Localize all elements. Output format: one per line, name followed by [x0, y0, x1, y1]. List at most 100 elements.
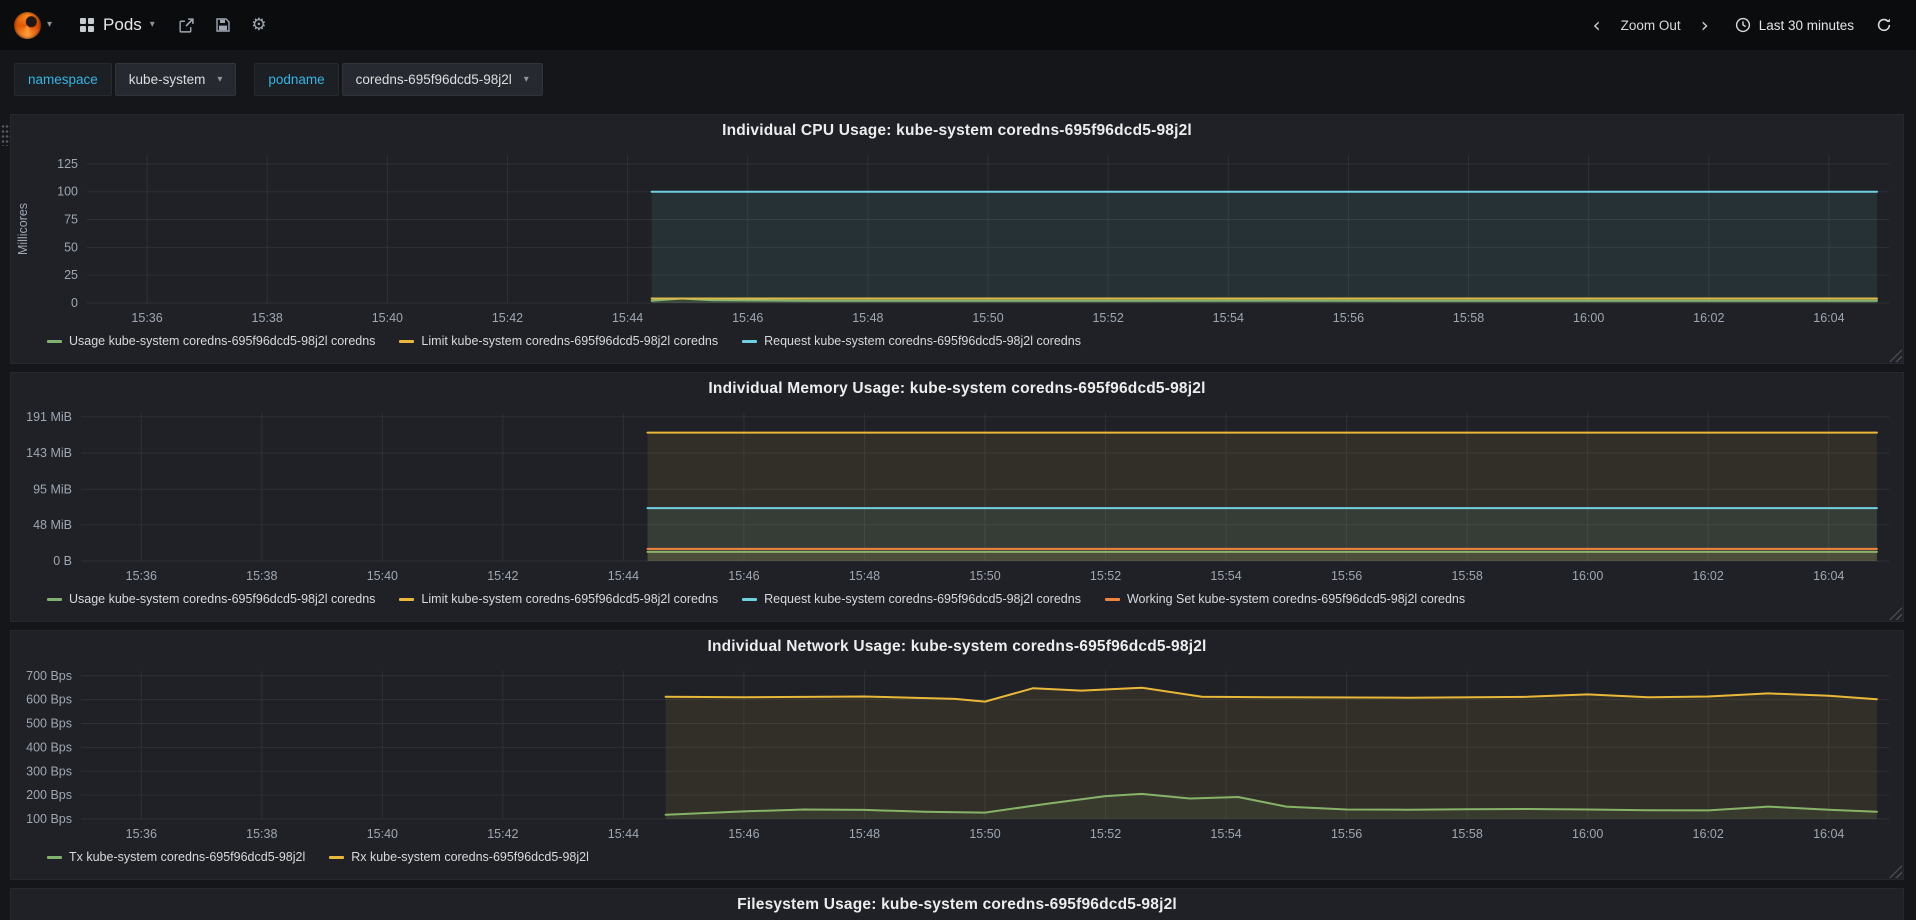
- svg-text:16:04: 16:04: [1813, 311, 1844, 325]
- svg-text:16:04: 16:04: [1813, 569, 1844, 583]
- refresh-button[interactable]: [1866, 0, 1902, 50]
- network-usage-legend: Tx kube-system coredns-695f96dcd5-98j2l R…: [11, 847, 1903, 864]
- svg-text:16:00: 16:00: [1573, 311, 1604, 325]
- grafana-logo-icon: [14, 11, 41, 39]
- legend-series-color-icon: [399, 339, 415, 343]
- svg-text:15:36: 15:36: [126, 827, 157, 841]
- svg-text:100 Bps: 100 Bps: [26, 812, 72, 826]
- svg-text:15:36: 15:36: [126, 569, 157, 583]
- time-shift-forward-button[interactable]: ›: [1687, 0, 1723, 50]
- svg-text:16:00: 16:00: [1572, 569, 1603, 583]
- legend-item[interactable]: Request kube-system coredns-695f96dcd5-9…: [742, 592, 1081, 606]
- svg-text:15:52: 15:52: [1092, 311, 1123, 325]
- legend-item[interactable]: Usage kube-system coredns-695f96dcd5-98j…: [47, 334, 375, 348]
- legend-series-name: Limit kube-system coredns-695f96dcd5-98j…: [421, 592, 719, 606]
- legend-series-color-icon: [47, 597, 62, 601]
- row-drag-handle-icon[interactable]: [1, 124, 10, 146]
- memory-usage-legend: Usage kube-system coredns-695f96dcd5-98j…: [11, 589, 1903, 606]
- legend-series-name: Request kube-system coredns-695f96dcd5-9…: [764, 334, 1081, 348]
- panel-header: Filesystem Usage: kube-system coredns-69…: [11, 889, 1903, 919]
- panel-title-cpu[interactable]: Individual CPU Usage: kube-system coredn…: [722, 122, 1192, 139]
- gear-icon: ⚙: [251, 14, 267, 35]
- svg-text:15:54: 15:54: [1213, 311, 1244, 325]
- share-icon: [179, 17, 194, 33]
- legend-item[interactable]: Rx kube-system coredns-695f96dcd5-98j2l: [329, 850, 589, 864]
- time-shift-back-button[interactable]: ‹: [1579, 0, 1615, 50]
- refresh-icon: [1877, 18, 1891, 32]
- chevron-down-icon: ▾: [523, 73, 529, 85]
- legend-item[interactable]: Working Set kube-system coredns-695f96dc…: [1104, 592, 1465, 606]
- legend-item[interactable]: Request kube-system coredns-695f96dcd5-9…: [742, 334, 1081, 348]
- variable-selected-namespace: kube-system: [128, 72, 206, 87]
- dashboard-picker[interactable]: Pods ▾: [66, 0, 169, 50]
- legend-series-color-icon: [47, 339, 62, 343]
- chevron-down-icon: ▾: [47, 19, 53, 30]
- svg-text:16:04: 16:04: [1813, 827, 1844, 841]
- chevron-down-icon: ▾: [217, 73, 223, 85]
- svg-text:600 Bps: 600 Bps: [26, 693, 72, 707]
- svg-text:15:48: 15:48: [849, 827, 880, 841]
- time-range-picker[interactable]: Last 30 minutes: [1723, 0, 1866, 50]
- svg-text:15:36: 15:36: [131, 311, 162, 325]
- svg-text:16:00: 16:00: [1572, 827, 1603, 841]
- svg-text:15:40: 15:40: [367, 569, 398, 583]
- svg-text:25: 25: [64, 268, 78, 282]
- svg-text:15:54: 15:54: [1210, 827, 1241, 841]
- memory-usage-chart[interactable]: 0 B 48 MiB 95 MiB 143 MiB 191 MiB 15:36 15:38 1…: [11, 403, 1903, 589]
- variable-label-podname: podname: [254, 63, 339, 96]
- svg-text:500 Bps: 500 Bps: [26, 717, 72, 731]
- chevron-right-icon: ›: [1700, 13, 1709, 37]
- panel-title-filesystem[interactable]: Filesystem Usage: kube-system coredns-69…: [737, 896, 1177, 913]
- zoom-out-button[interactable]: Zoom Out: [1615, 0, 1687, 50]
- dashboard-grid: Individual CPU Usage: kube-system coredn…: [0, 108, 1916, 920]
- svg-text:15:48: 15:48: [849, 569, 880, 583]
- svg-text:700 Bps: 700 Bps: [26, 669, 72, 683]
- panel-filesystem-usage: Filesystem Usage: kube-system coredns-69…: [10, 888, 1904, 920]
- cpu-usage-chart[interactable]: 0 25 50 75 100 125 15:36 15:38 15:40 15:42 15:44 15…: [11, 145, 1903, 331]
- svg-text:15:42: 15:42: [487, 569, 518, 583]
- panel-individual-memory-usage: Individual Memory Usage: kube-system cor…: [10, 372, 1904, 622]
- legend-item[interactable]: Limit kube-system coredns-695f96dcd5-98j…: [399, 334, 718, 348]
- variable-value-podname[interactable]: coredns-695f96dcd5-98j2l ▾: [341, 63, 543, 96]
- svg-text:15:50: 15:50: [972, 311, 1003, 325]
- svg-text:191 MiB: 191 MiB: [26, 410, 72, 424]
- svg-text:15:38: 15:38: [252, 311, 283, 325]
- svg-text:15:42: 15:42: [492, 311, 523, 325]
- legend-item[interactable]: Usage kube-system coredns-695f96dcd5-98j…: [47, 592, 375, 606]
- dashboard-title: Pods: [103, 15, 142, 34]
- svg-text:15:38: 15:38: [246, 827, 277, 841]
- share-button[interactable]: [169, 0, 205, 50]
- svg-text:15:46: 15:46: [728, 569, 759, 583]
- svg-text:16:02: 16:02: [1693, 827, 1724, 841]
- svg-text:16:02: 16:02: [1693, 569, 1724, 583]
- svg-text:200 Bps: 200 Bps: [26, 788, 72, 802]
- panel-resize-handle[interactable]: [1889, 349, 1902, 362]
- panel-title-network[interactable]: Individual Network Usage: kube-system co…: [707, 638, 1206, 655]
- variable-value-namespace[interactable]: kube-system ▾: [114, 63, 237, 96]
- panel-resize-handle[interactable]: [1889, 607, 1902, 620]
- network-usage-chart[interactable]: 100 Bps 200 Bps 300 Bps 400 Bps 500 Bps 600 B…: [11, 661, 1903, 847]
- svg-text:15:50: 15:50: [969, 569, 1000, 583]
- svg-text:15:56: 15:56: [1331, 569, 1362, 583]
- panel-resize-handle[interactable]: [1889, 865, 1902, 878]
- svg-text:15:46: 15:46: [728, 827, 759, 841]
- legend-series-color-icon: [1104, 597, 1120, 601]
- svg-text:400 Bps: 400 Bps: [26, 740, 72, 754]
- svg-text:95 MiB: 95 MiB: [33, 482, 72, 496]
- svg-text:100: 100: [57, 185, 78, 199]
- svg-text:15:40: 15:40: [372, 311, 403, 325]
- panel-title-memory[interactable]: Individual Memory Usage: kube-system cor…: [708, 380, 1205, 397]
- settings-button[interactable]: ⚙: [241, 0, 277, 50]
- legend-series-name: Request kube-system coredns-695f96dcd5-9…: [764, 592, 1081, 606]
- legend-series-color-icon: [742, 339, 758, 343]
- grafana-main-menu[interactable]: ▾: [8, 0, 62, 50]
- svg-text:15:46: 15:46: [732, 311, 763, 325]
- legend-item[interactable]: Tx kube-system coredns-695f96dcd5-98j2l: [47, 850, 305, 864]
- legend-series-color-icon: [47, 855, 62, 859]
- legend-series-name: Rx kube-system coredns-695f96dcd5-98j2l: [351, 850, 589, 864]
- svg-text:143 MiB: 143 MiB: [26, 446, 72, 460]
- save-button[interactable]: [205, 0, 241, 50]
- legend-item[interactable]: Limit kube-system coredns-695f96dcd5-98j…: [399, 592, 718, 606]
- svg-text:300 Bps: 300 Bps: [26, 764, 72, 778]
- legend-series-name: Tx kube-system coredns-695f96dcd5-98j2l: [69, 850, 306, 864]
